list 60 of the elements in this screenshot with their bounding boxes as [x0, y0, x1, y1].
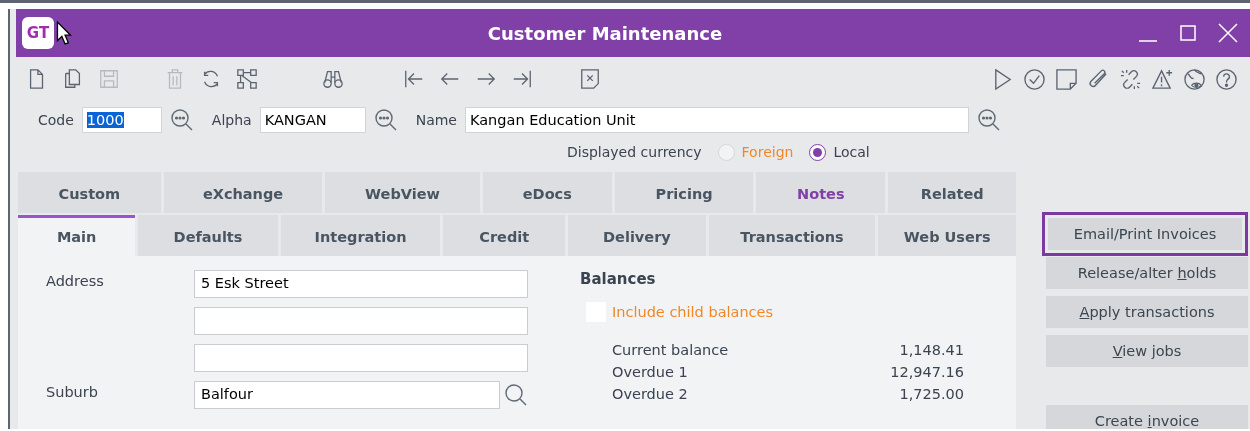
- action-button[interactable]: Release/alter holds: [1046, 257, 1248, 289]
- tab[interactable]: eXchange: [163, 172, 323, 213]
- lookup-field[interactable]: KANGAN: [259, 107, 366, 133]
- help-icon[interactable]: [1215, 67, 1238, 91]
- warning-icon[interactable]: [1151, 67, 1174, 91]
- address-field[interactable]: [194, 344, 528, 372]
- tab[interactable]: Defaults: [138, 215, 278, 256]
- tab[interactable]: Custom: [18, 172, 161, 213]
- action-button[interactable]: Create invoice: [1046, 405, 1248, 429]
- balance-label: Overdue 1: [612, 364, 689, 380]
- note-icon[interactable]: [1055, 67, 1078, 91]
- search-icon[interactable]: [504, 383, 528, 407]
- balance-label: Overdue 2: [612, 386, 689, 402]
- balance-label: Current balance: [612, 342, 730, 358]
- balance-value: 12,947.16: [889, 364, 964, 380]
- tab[interactable]: Integration: [280, 215, 441, 256]
- action-button[interactable]: Apply transactions: [1046, 296, 1248, 328]
- lookup-field[interactable]: 1000: [81, 107, 162, 133]
- section-title: Balances: [580, 270, 657, 288]
- balance-value: 1,148.41: [898, 342, 964, 358]
- tab[interactable]: WebView: [325, 172, 480, 213]
- tab[interactable]: Transactions: [708, 215, 876, 256]
- address-field[interactable]: [194, 307, 528, 335]
- globe-eye-icon[interactable]: [1183, 67, 1206, 91]
- lookup-icon[interactable]: [373, 108, 398, 132]
- action-button[interactable]: View jobs: [1046, 335, 1248, 367]
- close-icon[interactable]: [1218, 23, 1238, 43]
- tab[interactable]: Credit: [443, 215, 566, 256]
- binoculars-icon[interactable]: [322, 68, 344, 90]
- window-title: Customer Maintenance: [486, 22, 724, 44]
- cancel-note-icon[interactable]: [579, 68, 601, 90]
- field-label: Code: [38, 112, 74, 128]
- lookup-icon[interactable]: [169, 108, 194, 132]
- last-record-icon[interactable]: [511, 68, 533, 90]
- mouse-cursor-icon: [56, 21, 72, 45]
- radio-button[interactable]: [809, 143, 827, 161]
- app-logo[interactable]: GT: [22, 17, 54, 49]
- check-circle-icon[interactable]: [1023, 67, 1046, 91]
- field-label: Name: [415, 112, 457, 128]
- radio-label[interactable]: Local: [833, 144, 870, 160]
- tab[interactable]: Main: [18, 215, 136, 256]
- tab[interactable]: Delivery: [568, 215, 706, 256]
- lookup-icon[interactable]: [976, 108, 1001, 132]
- tab[interactable]: Web Users: [878, 215, 1016, 256]
- address-field[interactable]: 5 Esk Street: [194, 270, 528, 298]
- suburb-field[interactable]: Balfour: [194, 381, 500, 409]
- broken-link-icon[interactable]: [1119, 67, 1142, 91]
- currency-label: Displayed currency: [567, 144, 702, 160]
- lookup-field[interactable]: Kangan Education Unit: [464, 107, 969, 133]
- network-icon[interactable]: [236, 68, 258, 90]
- field-label: Suburb: [46, 383, 99, 400]
- first-record-icon[interactable]: [403, 68, 425, 90]
- tab[interactable]: Notes: [756, 172, 886, 213]
- tab[interactable]: Pricing: [614, 172, 754, 213]
- maximize-icon[interactable]: [1180, 25, 1196, 41]
- balance-value: 1,725.00: [898, 386, 964, 402]
- field-label: Alpha: [211, 112, 252, 128]
- field-label: Address: [46, 272, 105, 289]
- tab[interactable]: Related: [888, 172, 1016, 213]
- tab[interactable]: eDocs: [482, 172, 612, 213]
